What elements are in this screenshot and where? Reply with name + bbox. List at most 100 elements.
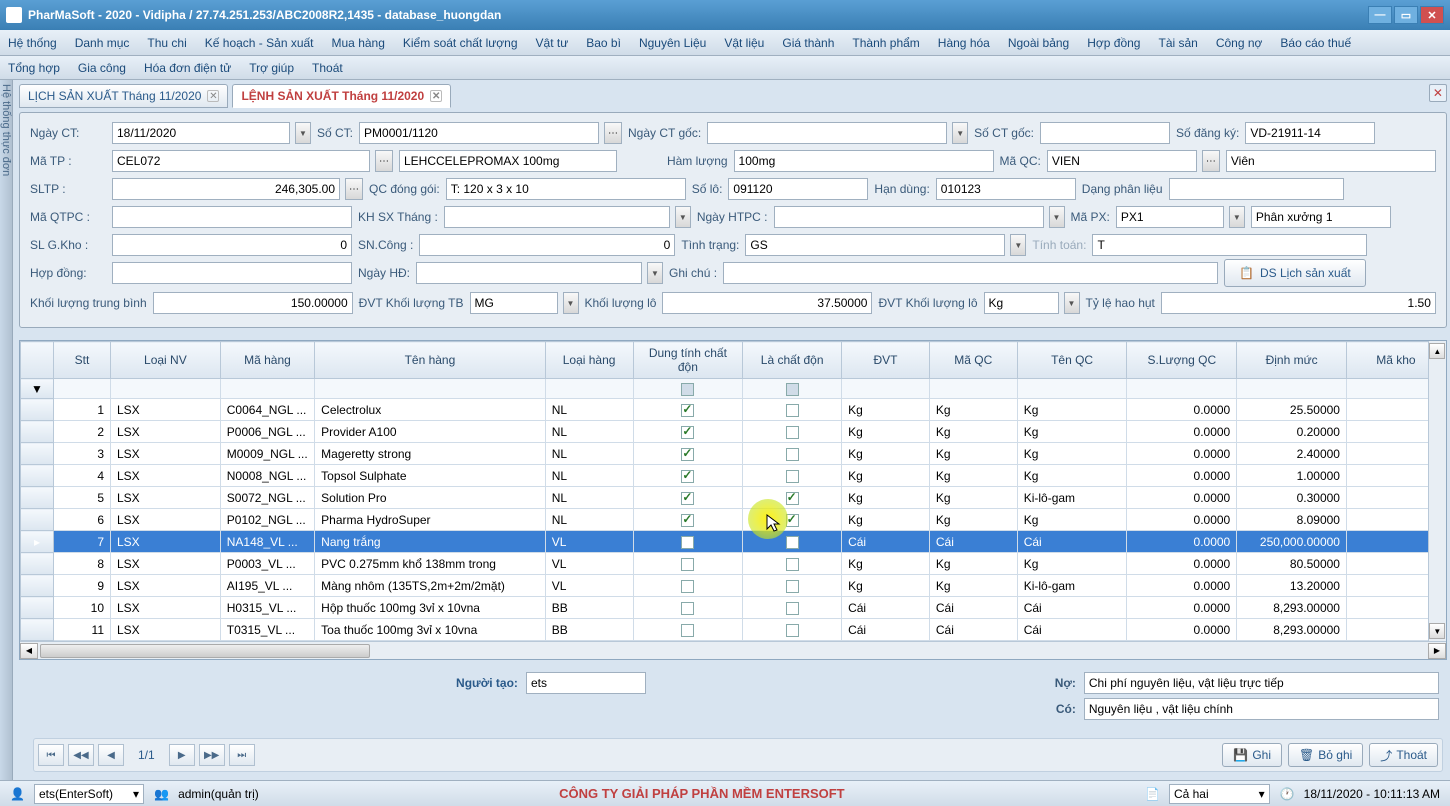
checkbox[interactable] [681,448,694,461]
table-row[interactable]: 1LSXC0064_NGL ...CelectroluxNLKgKgKg0.00… [21,399,1446,421]
scroll-left-icon[interactable]: ◀ [20,643,38,659]
menu-item[interactable]: Mua hàng [332,36,385,50]
dropdown-icon[interactable]: ▼ [1049,206,1065,228]
menu-item[interactable]: Danh mục [75,36,130,50]
field-hopdong[interactable] [112,262,352,284]
table-row[interactable]: 9LSXAI195_VL ...Màng nhôm (135TS,2m+2m/2… [21,575,1446,597]
field-handung[interactable] [936,178,1076,200]
pager-nextpage-button[interactable]: ▶▶ [199,744,225,766]
thoat-button[interactable]: ⤴ Thoát [1369,743,1438,767]
menu-item[interactable]: Báo cáo thuế [1280,36,1351,50]
field-maqtpc[interactable] [112,206,352,228]
column-header[interactable]: Mã QC [929,342,1017,379]
field-mapx-name[interactable] [1251,206,1391,228]
filter-cell[interactable] [842,379,930,399]
column-header[interactable]: Định mức [1237,342,1347,379]
field-kltb[interactable] [153,292,353,314]
column-header[interactable]: Stt [53,342,110,379]
close-button[interactable]: ✕ [1420,6,1444,24]
filter-cell[interactable] [315,379,546,399]
column-header[interactable]: ĐVT [842,342,930,379]
checkbox[interactable] [786,536,799,549]
field-ngayctgoc[interactable] [707,122,947,144]
menu-item[interactable]: Kế hoạch - Sản xuất [205,36,314,50]
sidebar-panel[interactable]: Hệ thống thực đơn [0,80,13,806]
horizontal-scrollbar[interactable]: ◀ ▶ [20,641,1446,659]
filter-cell[interactable] [53,379,110,399]
field-sltp[interactable] [112,178,340,200]
checkbox[interactable] [681,470,694,483]
pager-last-button[interactable]: ⏭ [229,744,255,766]
menu-item[interactable]: Vật tư [536,36,569,50]
menu-item[interactable]: Hệ thống [8,36,57,50]
field-dangphanlieu[interactable] [1169,178,1344,200]
menu-item[interactable]: Bao bì [586,36,621,50]
field-matp[interactable] [112,150,370,172]
column-header[interactable]: Loại hàng [545,342,633,379]
menu-item[interactable]: Hóa đơn điện tử [144,61,231,75]
dropdown-icon[interactable]: ▼ [675,206,691,228]
field-soct[interactable] [359,122,599,144]
checkbox[interactable] [681,602,694,615]
menu-item[interactable]: Hàng hóa [938,36,990,50]
field-soctgoc[interactable] [1040,122,1170,144]
ghi-button[interactable]: 💾 Ghi [1222,743,1282,767]
scroll-thumb[interactable] [40,644,370,658]
dropdown-icon[interactable]: ▼ [1010,234,1026,256]
column-header[interactable]: Là chất độn [743,342,842,379]
ds-lich-button[interactable]: 📋DS Lịch sản xuất [1224,259,1366,287]
dropdown-icon[interactable]: ▼ [1229,206,1245,228]
table-row[interactable]: 4LSXN0008_NGL ...Topsol SulphateNLKgKgKg… [21,465,1446,487]
pager-next-button[interactable]: ▶ [169,744,195,766]
checkbox[interactable] [681,492,694,505]
field-tinhtrang[interactable] [745,234,1005,256]
filter-cell[interactable] [545,379,633,399]
dropdown-icon[interactable]: ▼ [295,122,311,144]
field-sncong[interactable] [419,234,675,256]
checkbox[interactable] [786,470,799,483]
checkbox[interactable] [786,580,799,593]
menu-item[interactable]: Thu chi [147,36,186,50]
checkbox[interactable] [681,580,694,593]
menu-item[interactable]: Nguyên Liệu [639,36,706,50]
dropdown-icon[interactable]: ▼ [952,122,968,144]
checkbox[interactable] [786,448,799,461]
field-sodangky[interactable] [1245,122,1375,144]
lookup-button[interactable]: ⋯ [604,122,622,144]
checkbox[interactable] [681,426,694,439]
tab-close-icon[interactable]: ✕ [430,90,442,102]
checkbox[interactable] [681,536,694,549]
dropdown-icon[interactable]: ▼ [647,262,663,284]
filter-checkbox[interactable] [681,383,694,396]
field-co[interactable] [1084,698,1439,720]
checkbox[interactable] [681,404,694,417]
dropdown-icon[interactable]: ▼ [1064,292,1080,314]
field-qcdonggoi[interactable] [446,178,686,200]
field-nguoitao[interactable] [526,672,646,694]
menu-item[interactable]: Giá thành [782,36,834,50]
maximize-button[interactable]: ▭ [1394,6,1418,24]
table-row[interactable]: 11LSXT0315_VL ...Toa thuốc 100mg 3vỉ x 1… [21,619,1446,641]
menu-item[interactable]: Kiểm soát chất lượng [403,36,518,50]
field-tinhtoan[interactable] [1092,234,1367,256]
menu-item[interactable]: Tổng hợp [8,61,60,75]
column-header[interactable]: Tên hàng [315,342,546,379]
checkbox[interactable] [681,558,694,571]
vertical-scrollbar[interactable]: ▲ ▼ [1428,341,1446,641]
field-ghichu[interactable] [723,262,1218,284]
filter-icon[interactable]: ▼ [21,379,54,399]
lookup-button[interactable]: ⋯ [375,150,393,172]
table-row[interactable]: ▸7LSXNA148_VL ...Nang trắngVLCáiCáiCái0.… [21,531,1446,553]
field-ngayhtpc[interactable] [774,206,1044,228]
tab-lenhsx[interactable]: LỆNH SẢN XUẤT Tháng 11/2020 ✕ [232,84,451,108]
lookup-button[interactable]: ⋯ [1202,150,1220,172]
filter-cell[interactable] [220,379,314,399]
field-dvtkltb[interactable] [470,292,558,314]
menu-item[interactable]: Vật liệu [724,36,764,50]
field-ngayct[interactable] [112,122,290,144]
minimize-button[interactable]: — [1368,6,1392,24]
scroll-right-icon[interactable]: ▶ [1428,643,1446,659]
scroll-up-icon[interactable]: ▲ [1429,343,1445,359]
column-header[interactable]: Mã hàng [220,342,314,379]
field-slgkho[interactable] [112,234,352,256]
